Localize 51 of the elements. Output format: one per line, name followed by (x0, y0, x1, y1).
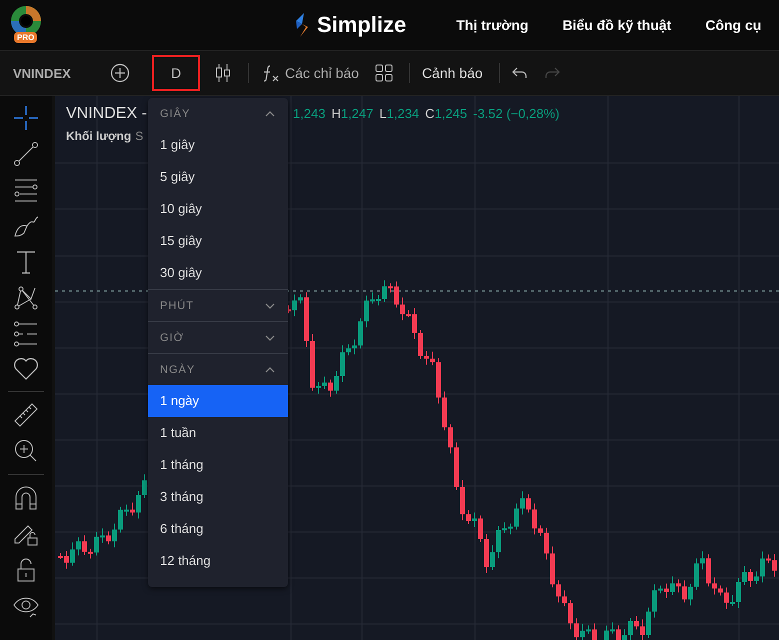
price-change: -3.52 (−0,28%) (473, 106, 560, 121)
crosshair-icon[interactable] (13, 105, 39, 131)
grid-layout-icon[interactable] (374, 64, 393, 82)
section-title: PHÚT (160, 300, 194, 312)
add-symbol-icon[interactable] (110, 63, 130, 83)
alert-button[interactable]: Cảnh báo (422, 65, 483, 81)
trend-line-icon[interactable] (13, 141, 39, 167)
candlestick-icon[interactable] (214, 63, 232, 83)
interval-option[interactable]: 6 tháng (148, 513, 288, 545)
nav-link[interactable]: Công cụ (705, 17, 762, 33)
brand-logo-icon (293, 12, 311, 38)
pattern-icon[interactable] (13, 285, 39, 311)
zoom-in-icon[interactable] (13, 438, 39, 464)
interval-option[interactable]: 1 giây (148, 129, 288, 161)
nav-link[interactable]: Thị trường (456, 17, 528, 33)
interval-option[interactable]: 12 tháng (148, 545, 288, 577)
undo-icon[interactable] (512, 66, 528, 80)
interval-section-header[interactable]: GIỜ (148, 322, 288, 353)
nav-link[interactable]: Biểu đồ kỹ thuật (562, 17, 672, 33)
interval-option[interactable]: 3 tháng (148, 481, 288, 513)
ruler-icon[interactable] (13, 402, 39, 428)
interval-option[interactable]: 1 ngày (148, 385, 288, 417)
horizontal-lines-icon[interactable] (13, 177, 39, 203)
interval-option[interactable]: 5 giây (148, 161, 288, 193)
section-title: GIỜ (160, 332, 184, 344)
interval-button[interactable]: D (152, 55, 200, 91)
open-value: 1,243 (292, 106, 326, 121)
interval-option[interactable]: 10 giây (148, 193, 288, 225)
volume-source: S (135, 129, 144, 143)
section-title: GIÂY (160, 108, 190, 120)
interval-option[interactable]: 1 tháng (148, 449, 288, 481)
symbol-label[interactable]: VNINDEX (13, 66, 110, 80)
pro-badge: PRO (14, 32, 38, 43)
ohlc-value: L1,234 (379, 106, 420, 121)
brand-name[interactable]: Simplize (317, 12, 406, 38)
heart-icon[interactable] (13, 357, 39, 381)
interval-section-header[interactable]: GIÂY (148, 98, 288, 129)
interval-section-header[interactable]: NGÀY (148, 354, 288, 385)
interval-option[interactable]: 15 giây (148, 225, 288, 257)
function-icon (261, 63, 281, 83)
indicators-button[interactable]: Các chỉ báo (261, 63, 359, 83)
magnet-icon[interactable] (13, 485, 39, 511)
volume-label: Khối lượng (66, 129, 132, 143)
interval-section-header[interactable]: PHÚT (148, 290, 288, 321)
interval-option[interactable]: 30 giây (148, 257, 288, 289)
interval-option[interactable]: 1 tuần (148, 417, 288, 449)
ohlc-value: H1,247 (331, 106, 374, 121)
chart-symbol-title: VNINDEX - (66, 105, 147, 123)
ohlc-value: C1,245 (425, 106, 468, 121)
projection-icon[interactable] (13, 321, 39, 347)
section-title: NGÀY (160, 364, 196, 376)
